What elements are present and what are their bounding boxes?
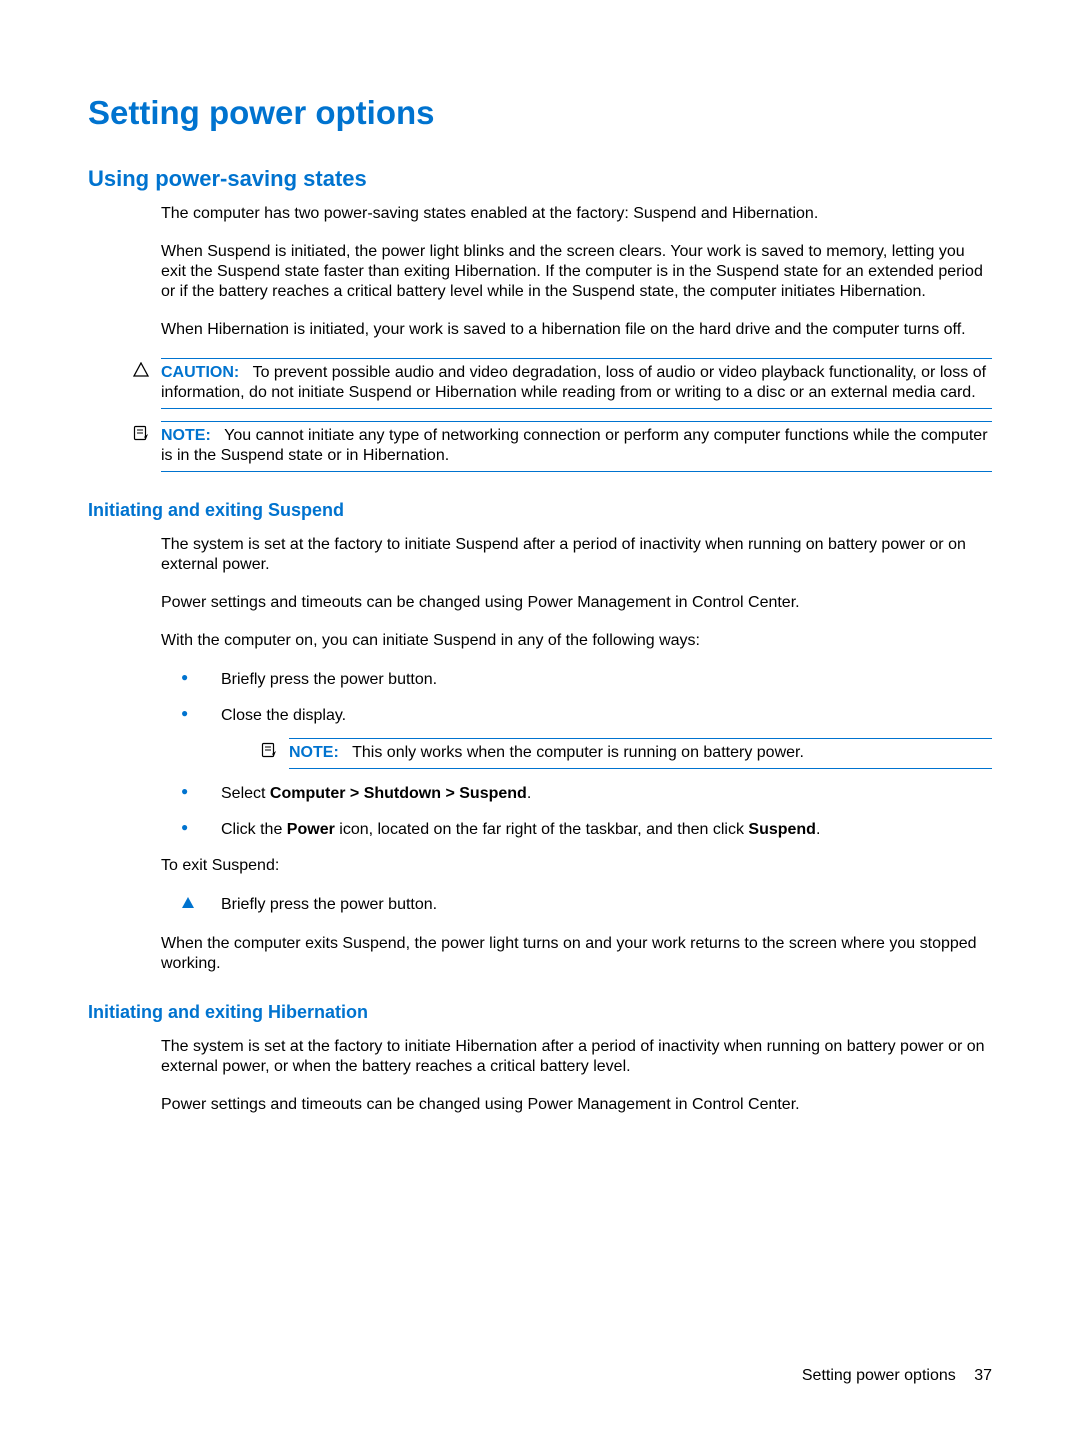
subsection-body: The system is set at the factory to init… <box>161 1037 992 1115</box>
list-item-text: Close the display. <box>221 707 346 724</box>
paragraph: When Suspend is initiated, the power lig… <box>161 242 992 302</box>
note-label: NOTE: <box>161 427 211 444</box>
note-body: This only works when the computer is run… <box>352 744 804 761</box>
list-item-pre: Click the <box>221 821 287 838</box>
list-item-post: . <box>527 785 531 802</box>
caution-icon <box>133 358 161 409</box>
page-footer: Setting power options 37 <box>802 1367 992 1385</box>
paragraph: To exit Suspend: <box>161 856 992 876</box>
subsection-heading-suspend: Initiating and exiting Suspend <box>88 500 992 521</box>
caution-callout: CAUTION: To prevent possible audio and v… <box>133 358 992 409</box>
paragraph: When the computer exits Suspend, the pow… <box>161 934 992 974</box>
note-callout: NOTE: You cannot initiate any type of ne… <box>133 421 992 472</box>
note-icon <box>261 738 289 769</box>
paragraph: Power settings and timeouts can be chang… <box>161 593 992 613</box>
paragraph: The system is set at the factory to init… <box>161 1037 992 1077</box>
paragraph: With the computer on, you can initiate S… <box>161 631 992 651</box>
step-item: Briefly press the power button. <box>181 894 992 916</box>
step-text: Briefly press the power button. <box>221 896 437 913</box>
paragraph: The system is set at the factory to init… <box>161 535 992 575</box>
list-item-post: . <box>816 821 820 838</box>
subsection-heading-hibernation: Initiating and exiting Hibernation <box>88 1002 992 1023</box>
note-icon <box>133 421 161 472</box>
section-body: The computer has two power-saving states… <box>161 204 992 340</box>
paragraph: The computer has two power-saving states… <box>161 204 992 224</box>
nested-note-text: NOTE: This only works when the computer … <box>289 738 992 769</box>
note-label: NOTE: <box>289 744 339 761</box>
suspend-bullet-list: Briefly press the power button. Close th… <box>181 669 992 842</box>
list-item-bold: Power <box>287 821 335 838</box>
list-item-mid: icon, located on the far right of the ta… <box>335 821 749 838</box>
subsection-body: The system is set at the factory to init… <box>161 535 992 974</box>
step-triangle-icon <box>181 896 195 910</box>
list-item-bold: Computer > Shutdown > Suspend <box>270 785 527 802</box>
paragraph: When Hibernation is initiated, your work… <box>161 320 992 340</box>
section-heading-using-power-saving: Using power-saving states <box>88 166 992 192</box>
footer-page-number: 37 <box>974 1367 992 1384</box>
paragraph: Power settings and timeouts can be chang… <box>161 1095 992 1115</box>
nested-note-callout: NOTE: This only works when the computer … <box>261 738 992 769</box>
note-text: NOTE: You cannot initiate any type of ne… <box>161 421 992 472</box>
page-title: Setting power options <box>88 94 992 132</box>
footer-section-title: Setting power options <box>802 1367 956 1384</box>
page-content: Setting power options Using power-saving… <box>0 0 1080 1115</box>
list-item: Close the display. NOTE: This only works… <box>181 705 992 768</box>
list-item-pre: Select <box>221 785 270 802</box>
caution-label: CAUTION: <box>161 364 239 381</box>
caution-body: To prevent possible audio and video degr… <box>161 364 986 401</box>
list-item-bold: Suspend <box>748 821 816 838</box>
caution-text: CAUTION: To prevent possible audio and v… <box>161 358 992 409</box>
note-body: You cannot initiate any type of networki… <box>161 427 988 464</box>
list-item: Click the Power icon, located on the far… <box>181 819 992 841</box>
list-item: Briefly press the power button. <box>181 669 992 691</box>
list-item: Select Computer > Shutdown > Suspend. <box>181 783 992 805</box>
list-item-text: Briefly press the power button. <box>221 671 437 688</box>
